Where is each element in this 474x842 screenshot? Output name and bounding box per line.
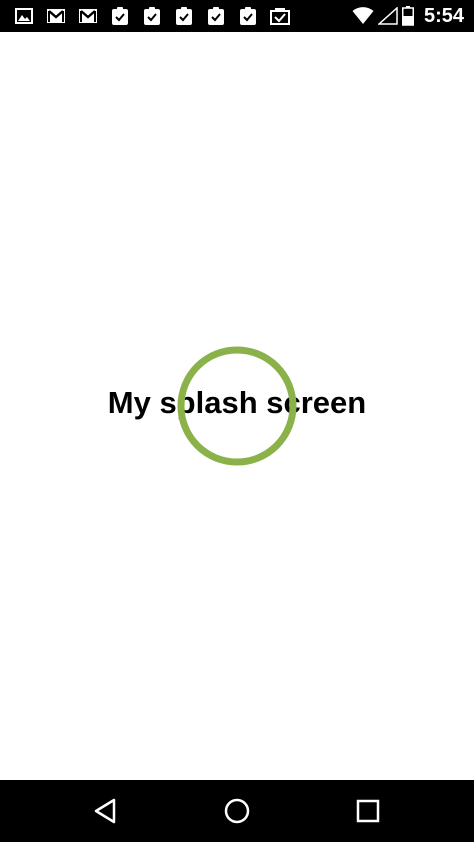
wifi-icon <box>352 7 374 25</box>
recents-button[interactable] <box>338 780 398 842</box>
clipboard-check-icon <box>136 0 168 32</box>
clipboard-check-icon <box>168 0 200 32</box>
status-bar: 5:54 <box>0 0 474 32</box>
signal-icon <box>377 7 398 25</box>
battery-icon <box>401 6 414 26</box>
clock: 5:54 <box>423 5 464 27</box>
photo-check-icon <box>264 0 296 32</box>
back-icon <box>94 798 116 824</box>
splash-screen: 5:54 My splash screen <box>0 0 474 842</box>
back-button[interactable] <box>75 780 135 842</box>
system-icons: 5:54 <box>348 0 464 32</box>
navigation-bar <box>0 780 474 842</box>
gmail-icon <box>40 0 72 32</box>
clipboard-check-icon <box>232 0 264 32</box>
notification-icons <box>8 0 296 32</box>
gmail-icon <box>72 0 104 32</box>
content-area: My splash screen <box>0 32 474 780</box>
recents-icon <box>356 799 380 823</box>
clipboard-check-icon <box>104 0 136 32</box>
home-icon <box>224 798 250 824</box>
image-icon <box>8 0 40 32</box>
clipboard-check-icon <box>200 0 232 32</box>
home-button[interactable] <box>207 780 267 842</box>
loading-spinner <box>177 346 297 466</box>
